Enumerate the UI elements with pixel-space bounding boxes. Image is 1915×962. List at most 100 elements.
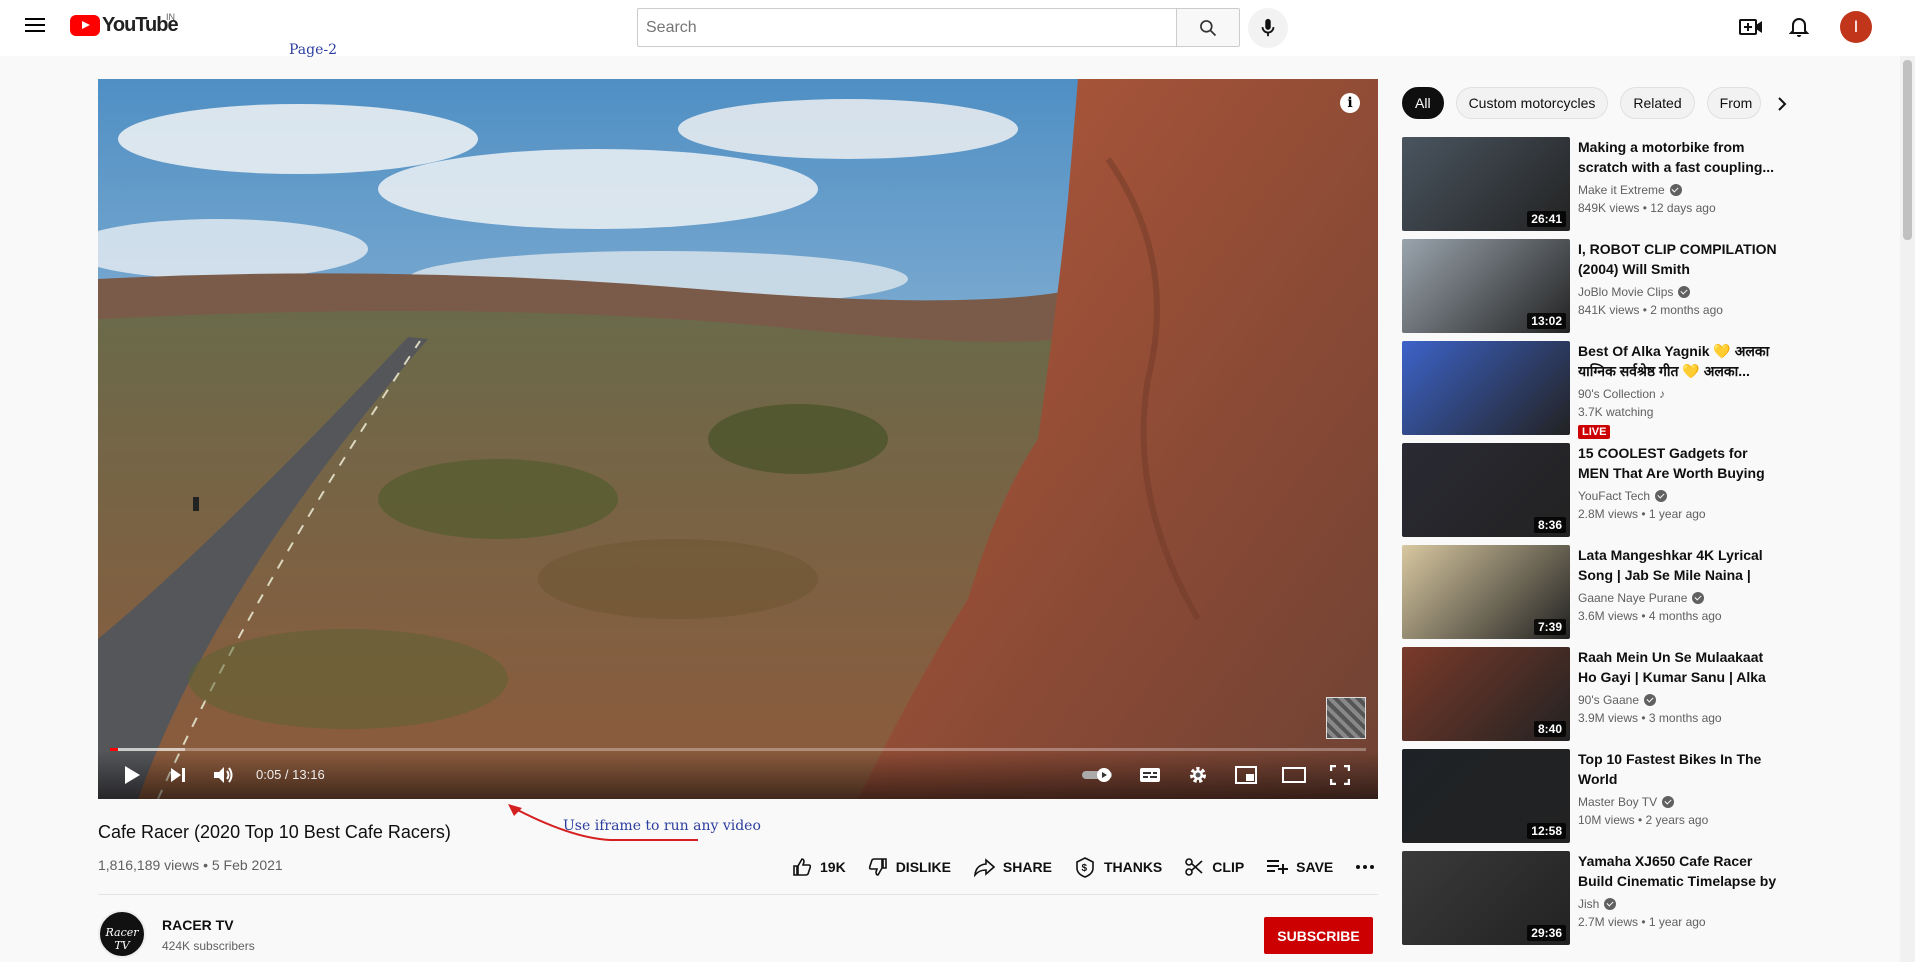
related-video-title[interactable]: 15 COOLEST Gadgets for MEN That Are Wort… [1578, 443, 1782, 483]
thanks-button[interactable]: $ THANKS [1074, 856, 1162, 878]
thumbs-up-icon [793, 858, 812, 876]
related-video-item[interactable]: 7:39 Lata Mangeshkar 4K Lyrical Song | Ja… [1402, 545, 1782, 647]
user-avatar[interactable]: I [1840, 11, 1872, 43]
subtitles-button[interactable] [1138, 763, 1162, 787]
related-video-title[interactable]: Yamaha XJ650 Cafe Racer Build Cinematic … [1578, 851, 1782, 891]
search-icon [1200, 19, 1217, 36]
related-channel[interactable]: Master Boy TV [1578, 795, 1675, 809]
related-channel[interactable]: JoBlo Movie Clips [1578, 285, 1691, 299]
related-video-title[interactable]: Best Of Alka Yagnik 💛 अलका याग्निक सर्वश… [1578, 341, 1782, 381]
chip-from[interactable]: From [1706, 87, 1761, 119]
video-meta: 1,816,189 views • 5 Feb 2021 [98, 857, 283, 873]
scissors-icon [1185, 858, 1203, 876]
related-channel[interactable]: Gaane Naye Purane [1578, 591, 1705, 605]
live-badge: LIVE [1578, 425, 1611, 439]
related-videos: 26:41 Making a motorbike from scratch wit… [1402, 137, 1782, 953]
player-controls: 0:05 / 13:16 [98, 751, 1378, 799]
related-video-title[interactable]: Making a motorbike from scratch with a f… [1578, 137, 1782, 177]
video-thumbnail[interactable] [1402, 341, 1570, 435]
search-button[interactable] [1176, 8, 1240, 47]
info-icon[interactable]: i [1340, 93, 1360, 113]
iframe-annotation: Use iframe to run any video [563, 818, 761, 834]
related-video-item[interactable]: 26:41 Making a motorbike from scratch wit… [1402, 137, 1782, 239]
channel-name[interactable]: RACER TV [162, 917, 234, 933]
video-player[interactable]: i 0:05 / 13:16 [98, 79, 1378, 799]
related-video-item[interactable]: Best Of Alka Yagnik 💛 अलका याग्निक सर्वश… [1402, 341, 1782, 443]
video-thumbnail[interactable]: 12:58 [1402, 749, 1570, 843]
svg-text:$: $ [1081, 863, 1087, 874]
volume-button[interactable] [212, 763, 236, 787]
play-button[interactable] [120, 763, 144, 787]
video-thumbnail[interactable]: 7:39 [1402, 545, 1570, 639]
related-video-item[interactable]: 29:36 Yamaha XJ650 Cafe Racer Build Cinem… [1402, 851, 1782, 953]
related-channel[interactable]: YouFact Tech [1578, 489, 1668, 503]
chips-next-button[interactable] [1770, 92, 1794, 116]
create-video-icon [1739, 19, 1762, 35]
voice-search-button[interactable] [1248, 8, 1288, 48]
related-video-title[interactable]: Raah Mein Un Se Mulaakaat Ho Gayi | Kuma… [1578, 647, 1782, 687]
autoplay-toggle[interactable] [1080, 763, 1116, 787]
verified-icon [1662, 796, 1675, 808]
video-actions: 19K DISLIKE SHARE $ THANKS CLIP SAVE [792, 856, 1405, 878]
more-actions-button[interactable] [1355, 864, 1383, 870]
related-channel[interactable]: 90's Collection ♪ [1578, 387, 1665, 401]
scrollbar-thumb[interactable] [1903, 60, 1912, 240]
video-thumbnail[interactable]: 26:41 [1402, 137, 1570, 231]
settings-button[interactable] [1186, 763, 1210, 787]
miniplayer-button[interactable] [1234, 763, 1258, 787]
scrollbar[interactable] [1900, 56, 1915, 962]
theater-mode-icon [1282, 767, 1306, 783]
related-video-title[interactable]: I, ROBOT CLIP COMPILATION (2004) Will Sm… [1578, 239, 1782, 279]
share-button[interactable]: SHARE [973, 857, 1052, 877]
related-channel[interactable]: Jish [1578, 897, 1617, 911]
clip-button[interactable]: CLIP [1184, 857, 1244, 877]
fullscreen-button[interactable] [1328, 763, 1352, 787]
save-label: SAVE [1296, 859, 1334, 875]
video-thumbnail[interactable]: 13:02 [1402, 239, 1570, 333]
related-channel-name: Jish [1578, 897, 1600, 911]
chip-custom-motorcycles[interactable]: Custom motorcycles [1455, 87, 1609, 119]
save-button[interactable]: SAVE [1266, 858, 1333, 876]
microphone-icon [1261, 18, 1275, 37]
related-channel-name: YouFact Tech [1578, 489, 1651, 503]
theater-mode-button[interactable] [1282, 763, 1306, 787]
related-channel[interactable]: Make it Extreme [1578, 183, 1682, 197]
video-duration: 7:39 [1533, 619, 1566, 635]
video-thumbnail[interactable]: 8:36 [1402, 443, 1570, 537]
related-channel-name: Gaane Naye Purane [1578, 591, 1688, 605]
related-video-item[interactable]: 13:02 I, ROBOT CLIP COMPILATION (2004) Wi… [1402, 239, 1782, 341]
youtube-logo[interactable]: YouTube [70, 14, 179, 37]
channel-avatar-text: Racer TV [105, 926, 139, 952]
notifications-button[interactable] [1786, 14, 1812, 40]
channel-avatar[interactable]: Racer TV [98, 910, 146, 958]
video-thumbnail[interactable]: 29:36 [1402, 851, 1570, 945]
like-button[interactable]: 19K [792, 857, 846, 877]
subscriber-count: 424K subscribers [162, 939, 255, 953]
search-input[interactable] [638, 9, 1176, 46]
video-thumbnail[interactable]: 8:40 [1402, 647, 1570, 741]
subscribe-button[interactable]: SUBSCRIBE [1264, 917, 1373, 954]
related-video-title[interactable]: Top 10 Fastest Bikes In The World [1578, 749, 1782, 789]
bell-icon [1789, 18, 1809, 37]
page-label-annotation: Page-2 [289, 42, 338, 58]
clip-label: CLIP [1212, 859, 1245, 875]
autoplay-toggle-icon [1082, 768, 1112, 782]
chip-related[interactable]: Related [1620, 87, 1695, 119]
play-icon [125, 766, 140, 784]
video-duration: 29:36 [1527, 925, 1566, 941]
video-duration: 26:41 [1527, 211, 1566, 227]
related-stats: 10M views • 2 years ago [1578, 813, 1709, 827]
chip-all[interactable]: All [1402, 87, 1444, 119]
dislike-button[interactable]: DISLIKE [868, 857, 951, 877]
create-video-button[interactable] [1738, 14, 1764, 40]
related-video-item[interactable]: 8:40 Raah Mein Un Se Mulaakaat Ho Gayi | … [1402, 647, 1782, 749]
related-channel[interactable]: 90's Gaane [1578, 693, 1657, 707]
video-duration: 13:02 [1527, 313, 1566, 329]
related-video-item[interactable]: 12:58 Top 10 Fastest Bikes In The World Ma… [1402, 749, 1782, 851]
channel-watermark[interactable] [1326, 697, 1366, 739]
next-button[interactable] [166, 763, 190, 787]
related-video-title[interactable]: Lata Mangeshkar 4K Lyrical Song | Jab Se… [1578, 545, 1782, 585]
video-duration: 8:40 [1533, 721, 1566, 737]
menu-icon[interactable] [22, 14, 48, 40]
related-video-item[interactable]: 8:36 15 COOLEST Gadgets for MEN That Are … [1402, 443, 1782, 545]
